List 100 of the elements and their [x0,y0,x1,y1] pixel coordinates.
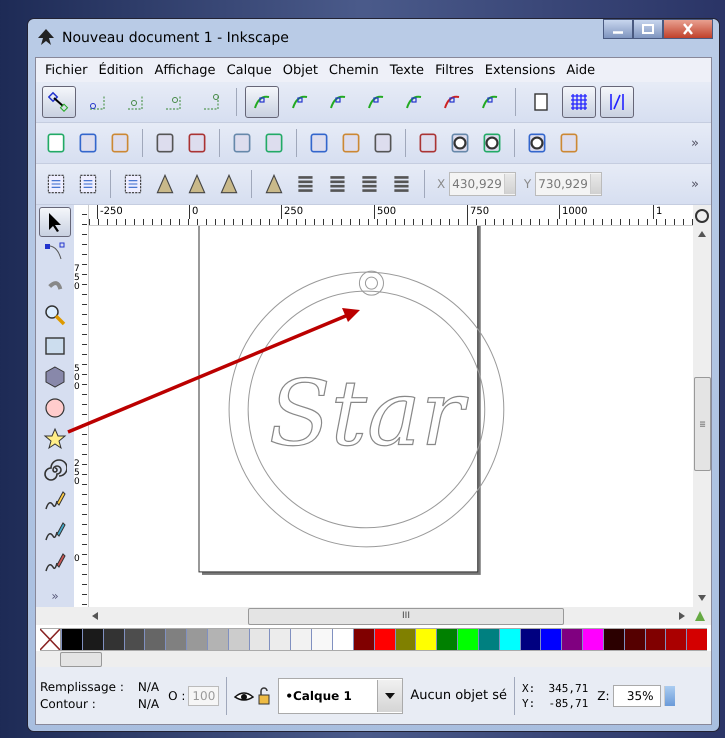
color-swatch[interactable] [208,629,228,650]
x-label: X [437,177,446,191]
color-swatch[interactable] [250,629,270,650]
ruler-label: 500 [74,365,81,392]
color-swatch[interactable] [354,629,374,650]
color-swatch[interactable] [396,629,416,650]
color-swatch[interactable] [437,629,458,650]
color-swatch[interactable] [562,629,582,650]
close-button[interactable] [663,19,713,39]
color-manage-icon[interactable] [693,609,707,623]
ruler-label: 750 [467,205,490,219]
toolbar-overflow-button[interactable]: » [691,136,699,150]
menu-item[interactable]: Affichage [154,62,216,78]
no-paint-swatch[interactable] [40,629,61,650]
color-swatch[interactable] [166,629,186,650]
fill-label: Remplissage : [40,678,124,696]
x-field[interactable]: 430,929 [449,172,516,196]
color-swatch[interactable] [104,629,124,650]
color-swatch[interactable] [520,629,540,650]
ruler-label: 0 [74,555,81,564]
color-swatch[interactable] [541,629,562,650]
opacity-label: O : [168,688,186,702]
status-message: Aucun objet sé [410,688,508,703]
color-swatch[interactable] [646,629,666,650]
color-swatch[interactable] [687,629,708,650]
spiral-icon [43,458,67,482]
fill-value: N/A [138,678,160,696]
color-swatch[interactable] [583,629,603,650]
zoom-one-to-one-icon[interactable] [695,209,709,223]
menu-item[interactable]: Chemin [328,62,379,78]
zoom-label: Z: [597,688,610,702]
cursor-x: X: 345,71 [522,680,588,696]
ruler-label: 750 [74,265,81,292]
menu-item[interactable]: Filtres [435,62,474,78]
scroll-left-arrow-icon[interactable] [92,612,98,620]
color-swatch[interactable] [332,629,353,650]
color-swatch[interactable] [270,629,290,650]
menu-item[interactable]: Calque [226,62,272,78]
toolbox-overflow-button[interactable]: » [51,589,59,603]
rotation-center-snap-button[interactable] [562,86,596,118]
color-swatch[interactable] [416,629,436,650]
minimize-button[interactable] [603,19,633,39]
y-label: Y [524,177,532,191]
padlock-icon[interactable] [257,686,272,704]
color-swatch[interactable] [478,629,499,650]
color-swatch[interactable] [312,629,332,650]
keychain-drawing: Star [228,270,504,548]
layer-dropdown[interactable]: •Calque 1 [278,678,404,714]
color-swatch[interactable] [187,629,207,650]
cube-icon [43,365,67,389]
magnifier-icon [43,303,67,327]
app-logo-icon [36,28,56,48]
ruler-label: 0 [189,205,198,219]
ruler-label: 500 [374,205,396,219]
ellipse-icon [43,396,67,420]
toolbar-overflow-button[interactable]: » [691,176,699,192]
snap-toggle-icon [48,91,70,113]
menu-item[interactable]: Objet [282,62,318,78]
rotation-center-snap-icon [568,91,590,113]
ruler-label: -250 [97,205,123,219]
palette-scrollbar-thumb[interactable] [60,652,102,666]
color-swatch[interactable] [124,629,144,650]
color-swatch[interactable] [500,629,520,650]
scroll-up-arrow-icon[interactable] [698,231,706,237]
maximize-button[interactable] [633,19,663,39]
color-swatch[interactable] [62,629,82,650]
star-icon [43,427,67,451]
horizontal-scrollbar-thumb[interactable]: III [248,608,564,624]
color-swatch[interactable] [624,629,645,650]
stroke-label: Contour : [40,696,97,712]
ruler-label: 250 [281,205,304,219]
menu-item[interactable]: Édition [98,62,144,78]
menu-item[interactable]: Extensions [484,62,556,78]
snap-toggle-button[interactable] [42,86,76,118]
color-swatch[interactable] [458,629,478,650]
window-title: Nouveau document 1 - Inkscape [62,30,289,46]
color-swatch[interactable] [374,629,394,650]
ruler-label: 250 [74,460,81,487]
color-swatch[interactable] [291,629,312,650]
menu-item[interactable]: Fichier [45,62,88,78]
color-swatch[interactable] [82,629,103,650]
color-swatch[interactable] [604,629,624,650]
ruler-label: 1000 [559,205,588,219]
ruler-label: 1 [653,205,662,219]
menu-item[interactable]: Aide [566,62,596,78]
page-border-snap-button[interactable] [600,86,634,118]
selector-arrow-button[interactable] [39,207,71,237]
scroll-down-arrow-icon[interactable] [698,595,706,601]
y-field[interactable]: 730,929 [535,172,602,196]
menu-item[interactable]: Texte [390,62,424,78]
dropdown-caret-icon [385,692,396,698]
cursor-y: Y: -85,71 [522,696,588,710]
color-swatch[interactable] [145,629,166,650]
color-swatch[interactable] [666,629,686,650]
color-swatch[interactable] [228,629,249,650]
minimize-icon [613,30,623,34]
zoom-field[interactable]: 35% [612,684,661,706]
stroke-value: N/A [138,696,160,712]
bbox-center-snap-button[interactable] [245,86,279,118]
scroll-right-arrow-icon[interactable] [679,612,685,620]
